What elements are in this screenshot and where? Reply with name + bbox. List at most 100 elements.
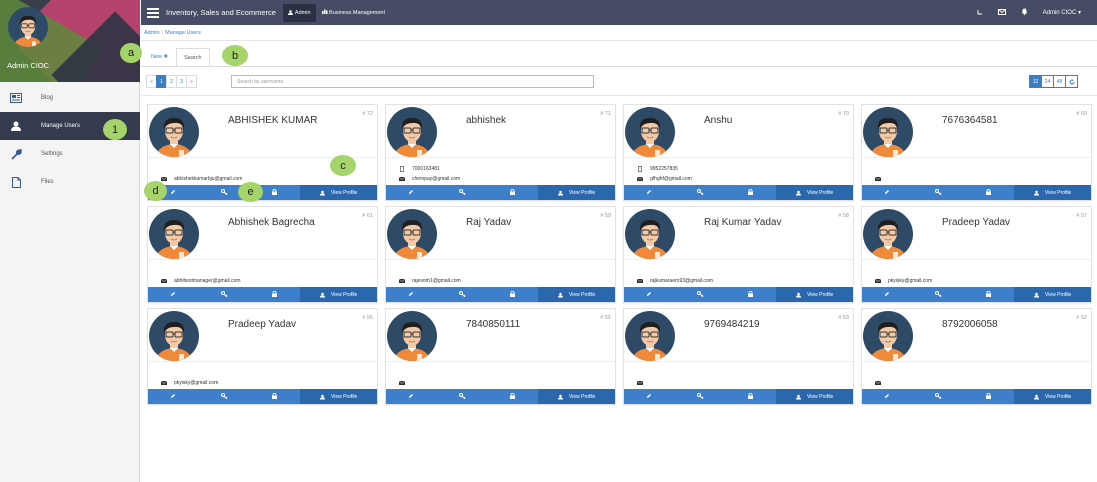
view-profile-button[interactable]: View Profile (1014, 185, 1092, 200)
reset-password-button[interactable] (436, 185, 488, 200)
tab-search[interactable]: Search (176, 48, 210, 66)
lock-button[interactable] (249, 389, 301, 404)
edit-button[interactable] (624, 287, 675, 302)
nav-business-management[interactable]: Business Management (321, 9, 385, 16)
avatar[interactable] (863, 311, 913, 361)
card-actions: View Profile (386, 389, 616, 404)
reset-password-button[interactable] (198, 389, 250, 404)
edit-button[interactable] (386, 185, 437, 200)
user-menu[interactable]: Admin CIOC ▾ (1043, 9, 1081, 16)
envelope-icon[interactable] (997, 8, 1006, 17)
avatar[interactable] (863, 107, 913, 157)
lock-icon (510, 188, 516, 197)
annotation-bubble-e: e (238, 182, 263, 202)
email-row: pkyisky@gmail.com (160, 378, 370, 388)
contact-info: rajkumaraero93@gmail.com (636, 266, 846, 286)
reset-password-button[interactable] (912, 389, 964, 404)
view-profile-button[interactable]: View Profile (300, 185, 378, 200)
lock-button[interactable] (249, 287, 301, 302)
minimize-icon[interactable] (977, 9, 983, 17)
avatar[interactable] (625, 107, 675, 157)
avatar[interactable] (863, 209, 913, 259)
reset-password-button[interactable] (674, 287, 726, 302)
user-card: 7840850111 # 55 View Profile (385, 308, 616, 405)
edit-button[interactable] (148, 389, 199, 404)
lock-button[interactable] (725, 287, 777, 302)
edit-button[interactable] (624, 185, 675, 200)
lock-button[interactable] (487, 185, 539, 200)
breadcrumb-item-admin[interactable]: Admin (144, 30, 160, 36)
breadcrumb-item-manage-users[interactable]: Manage Users (165, 30, 201, 36)
reset-password-button[interactable] (674, 185, 726, 200)
envelope-icon (636, 176, 643, 182)
lock-button[interactable] (963, 389, 1015, 404)
avatar[interactable] (387, 107, 437, 157)
lock-button[interactable] (725, 389, 777, 404)
edit-button[interactable] (862, 389, 913, 404)
view-profile-button[interactable]: View Profile (776, 389, 854, 404)
view-profile-button[interactable]: View Profile (538, 389, 616, 404)
avatar[interactable] (625, 311, 675, 361)
view-profile-button[interactable]: View Profile (776, 287, 854, 302)
refresh-icon[interactable] (1065, 75, 1078, 88)
nav-admin[interactable]: Admin (282, 3, 316, 22)
avatar[interactable] (149, 209, 199, 259)
avatar[interactable] (8, 7, 48, 47)
reset-password-button[interactable] (912, 287, 964, 302)
lock-button[interactable] (963, 185, 1015, 200)
contact-info (398, 368, 608, 388)
reset-password-button[interactable] (912, 185, 964, 200)
sidebar-item-blog[interactable]: Blog (0, 84, 140, 112)
sidebar-item-settings[interactable]: Settings (0, 140, 140, 168)
lock-button[interactable] (487, 287, 539, 302)
email-row (874, 378, 1084, 388)
sidebar-menu: Blog Manage Users Settings Files (0, 84, 140, 196)
view-profile-button[interactable]: View Profile (1014, 287, 1092, 302)
view-profile-button[interactable]: View Profile (1014, 389, 1092, 404)
search-input[interactable] (231, 75, 594, 88)
email-row: chempay@gmail.com (398, 174, 608, 184)
lock-button[interactable] (487, 389, 539, 404)
view-profile-button[interactable]: View Profile (538, 185, 616, 200)
edit-button[interactable] (624, 389, 675, 404)
user-id: # 55 (600, 315, 611, 321)
bell-icon[interactable] (1021, 8, 1028, 17)
lock-icon (748, 392, 754, 401)
edit-button[interactable] (386, 287, 437, 302)
edit-button[interactable] (148, 287, 199, 302)
envelope-icon (160, 176, 167, 182)
tab-new[interactable]: New ✚ (146, 48, 173, 66)
envelope-icon (874, 176, 881, 182)
lock-button[interactable] (725, 185, 777, 200)
email-row: pkyisky@gmail.com (874, 276, 1084, 286)
avatar[interactable] (149, 107, 199, 157)
sidebar-item-files[interactable]: Files (0, 168, 140, 196)
view-profile-button[interactable]: View Profile (300, 287, 378, 302)
lock-icon (986, 290, 992, 299)
view-profile-button[interactable]: View Profile (300, 389, 378, 404)
user-card-grid: ABHISHEK KUMAR # 72 abhishekkumarbju@gma… (147, 104, 1092, 405)
edit-button[interactable] (862, 185, 913, 200)
lock-icon (986, 188, 992, 197)
hamburger-icon[interactable] (147, 7, 159, 18)
avatar[interactable] (149, 311, 199, 361)
edit-button[interactable] (386, 389, 437, 404)
user-icon (320, 292, 326, 298)
email-row (874, 174, 1084, 184)
avatar[interactable] (625, 209, 675, 259)
view-profile-button[interactable]: View Profile (538, 287, 616, 302)
lock-button[interactable] (963, 287, 1015, 302)
contact-info: 9952257835 gfhghf@gmail.com (636, 164, 846, 184)
avatar[interactable] (387, 209, 437, 259)
view-profile-label: View Profile (1045, 291, 1072, 298)
reset-password-button[interactable] (436, 389, 488, 404)
reset-password-button[interactable] (436, 287, 488, 302)
page-next-button[interactable]: » (186, 75, 197, 88)
reset-password-button[interactable] (674, 389, 726, 404)
breadcrumb-separator: / (161, 30, 164, 36)
view-profile-button[interactable]: View Profile (776, 185, 854, 200)
avatar[interactable] (387, 311, 437, 361)
key-icon (934, 290, 942, 299)
reset-password-button[interactable] (198, 287, 250, 302)
edit-button[interactable] (862, 287, 913, 302)
